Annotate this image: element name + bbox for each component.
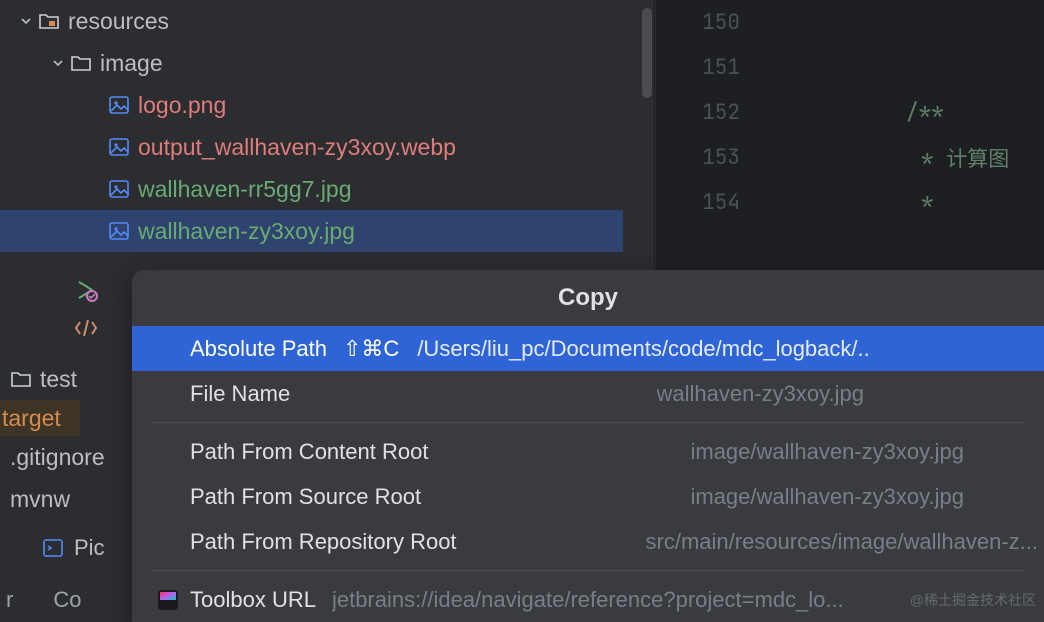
folder-icon [70,52,92,74]
popup-divider [152,422,1024,423]
tree-item-label: output_wallhaven-zy3xoy.webp [138,134,456,161]
popup-item-value: src/main/resources/image/wallhaven-z... [646,529,1044,555]
editor-line[interactable]: 152 /** [656,90,1044,135]
tree-bottom-section: test target .gitignore mvnw [0,358,105,520]
tree-file-zy3xoy[interactable]: wallhaven-zy3xoy.jpg [0,210,623,252]
run-icon[interactable] [72,276,100,304]
line-number: 152 [656,99,776,126]
editor-line[interactable]: 153 * 计算图 [656,135,1044,180]
popup-divider [152,570,1024,571]
line-code: * 计算图 [776,143,1044,173]
tree-item-label: wallhaven-zy3xoy.jpg [138,218,355,245]
line-number: 151 [656,54,776,81]
tree-item-label: logo.png [138,92,226,119]
editor-line[interactable]: 154 * [656,180,1044,225]
editor-line[interactable]: 151 [656,45,1044,90]
watermark: @稀土掘金技术社区 [910,590,1036,610]
popup-item-label: Toolbox URL [190,587,316,613]
tree-resources-folder[interactable]: resources [0,0,654,42]
copy-popup[interactable]: Copy Absolute Path ⇧⌘C /Users/liu_pc/Doc… [132,270,1044,622]
tree-mvnw-file[interactable]: mvnw [0,478,105,520]
popup-item-value: wallhaven-zy3xoy.jpg [657,381,1044,407]
tree-file-output[interactable]: output_wallhaven-zy3xoy.webp [0,126,654,168]
popup-item-label: File Name [190,381,290,407]
popup-title: Copy [132,270,1044,326]
popup-item-shortcut: ⇧⌘C [343,336,399,362]
code-editor[interactable]: 150 151 152 /** 153 * 计算图 154 * [656,0,1044,270]
popup-item-value: image/wallhaven-zy3xoy.jpg [690,439,1044,465]
folder-icon [10,368,32,390]
tree-file-rr5gg7[interactable]: wallhaven-rr5gg7.jpg [0,168,654,210]
popup-item-value: image/wallhaven-zy3xoy.jpg [690,484,1044,510]
popup-item-value: jetbrains://idea/navigate/reference?proj… [332,587,850,613]
editor-line[interactable]: 150 [656,0,1044,45]
image-file-icon [108,178,130,200]
image-file-icon [108,94,130,116]
tree-file-logo[interactable]: logo.png [0,84,654,126]
status-left2: Co [53,587,81,613]
line-code: /** [776,99,1044,126]
tree-test-folder[interactable]: test [0,358,105,400]
tree-item-label: image [100,50,163,77]
tree-item-label: test [40,366,77,393]
html-icon[interactable] [72,314,100,342]
popup-item-file-name[interactable]: File Name wallhaven-zy3xoy.jpg [132,371,1044,416]
status-left1: r [6,587,13,613]
chevron-down-icon [50,55,66,71]
tree-gitignore-file[interactable]: .gitignore [0,436,105,478]
line-number: 150 [656,9,776,36]
toolbox-icon [156,588,180,612]
gutter-icons [72,276,100,342]
popup-item-label: Path From Source Root [190,484,421,510]
tree-target-folder[interactable]: target [0,400,80,436]
line-number: 153 [656,144,776,171]
popup-item-source-root[interactable]: Path From Source Root image/wallhaven-zy… [132,474,1044,519]
popup-item-content-root[interactable]: Path From Content Root image/wallhaven-z… [132,429,1044,474]
tree-image-folder[interactable]: image [0,42,654,84]
popup-item-value: /Users/liu_pc/Documents/code/mdc_logback… [417,336,875,362]
popup-item-label: Absolute Path [190,336,327,362]
tree-item-label: wallhaven-rr5gg7.jpg [138,176,352,203]
resources-folder-icon [38,10,60,32]
tree-item-label: mvnw [10,486,70,513]
line-number: 154 [656,189,776,216]
image-file-icon [108,136,130,158]
line-code: * [776,189,1044,216]
tree-item-label: .gitignore [10,444,105,471]
popup-item-repository-root[interactable]: Path From Repository Root src/main/resou… [132,519,1044,564]
tree-item-label: resources [68,8,169,35]
popup-item-label: Path From Content Root [190,439,428,465]
status-bar: r Co [0,582,81,618]
popup-item-absolute-path[interactable]: Absolute Path ⇧⌘C /Users/liu_pc/Document… [132,326,1044,371]
popup-item-label: Path From Repository Root [190,529,457,555]
image-file-icon [108,220,130,242]
pic-label: Pic [74,535,105,561]
popup-item-toolbox-url[interactable]: Toolbox URL jetbrains://idea/navigate/re… [132,577,1044,622]
scrollbar-thumb[interactable] [642,8,652,98]
terminal-icon [42,537,64,559]
console-area: Pic [42,535,105,561]
tree-item-label: target [2,405,61,432]
chevron-down-icon [18,13,34,29]
